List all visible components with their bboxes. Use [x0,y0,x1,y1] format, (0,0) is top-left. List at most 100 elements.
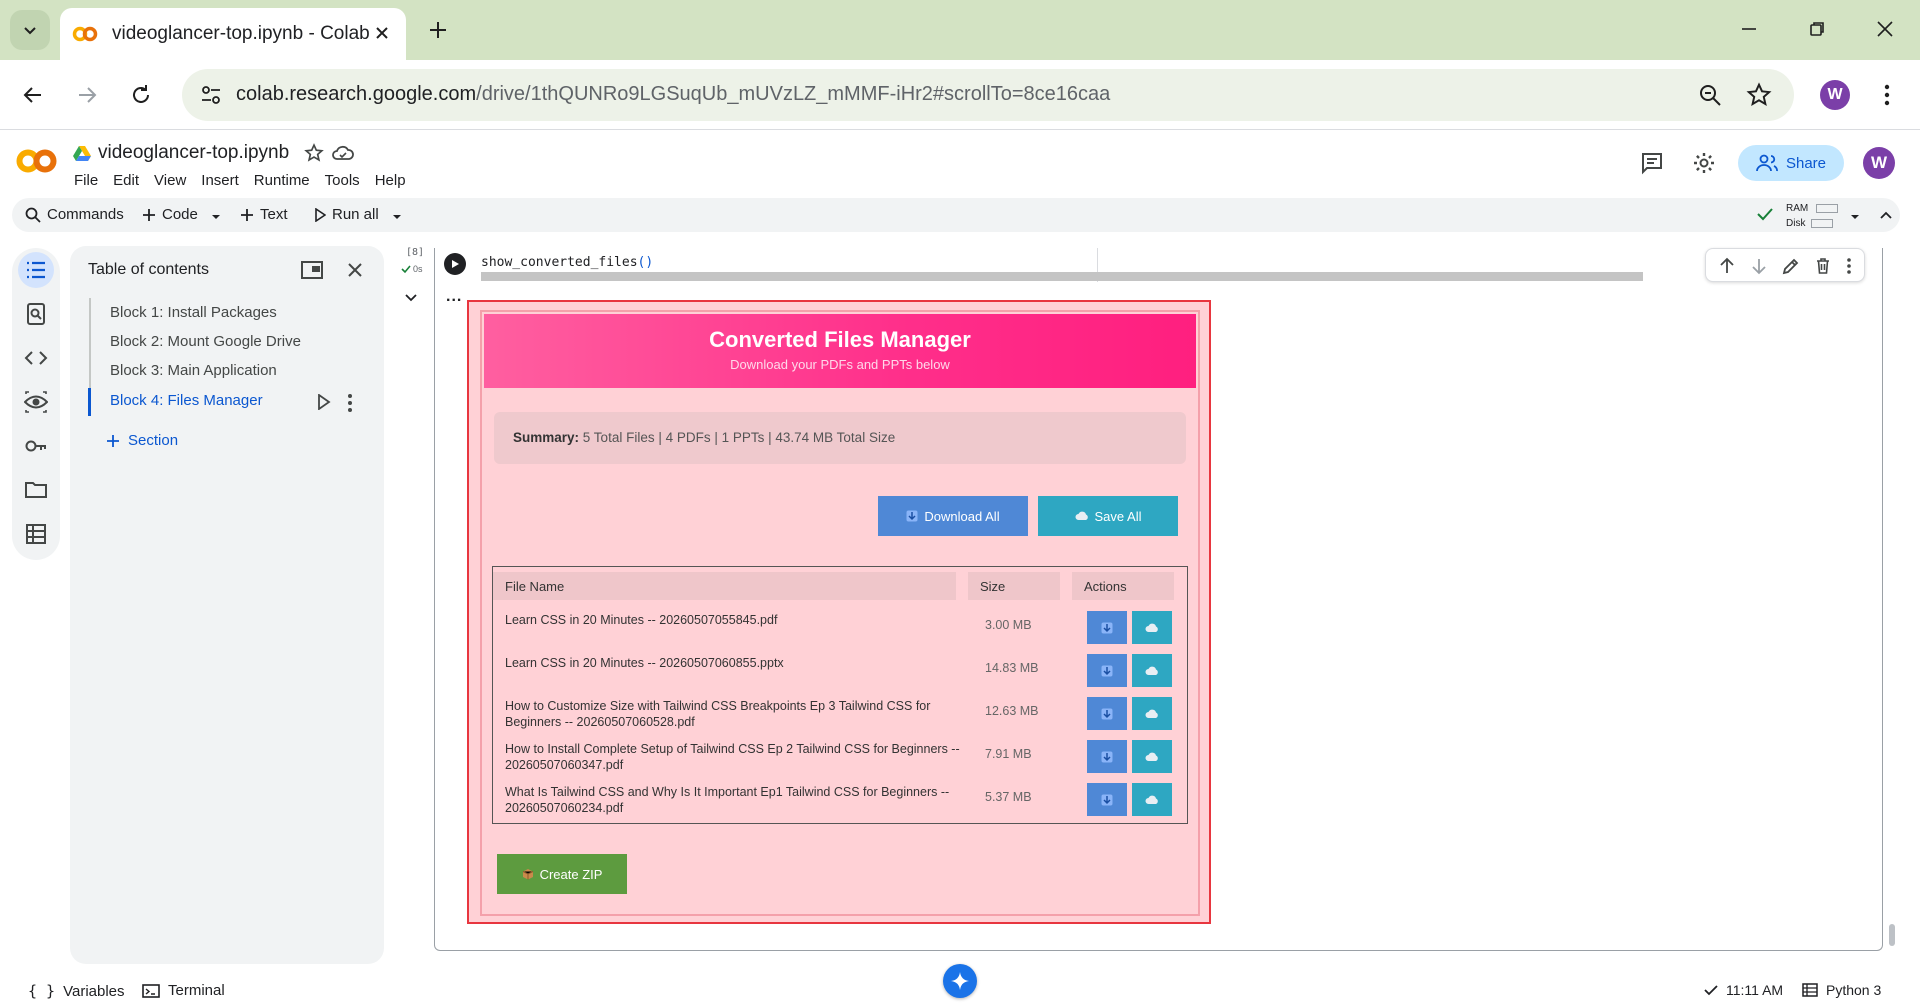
run-section-play-icon[interactable] [317,394,331,410]
notebook-title[interactable]: videoglancer-top.ipynb [98,142,289,164]
cell-toolbar [1705,248,1865,282]
menu-view[interactable]: View [154,172,186,189]
cloud-saved-icon[interactable] [332,145,354,161]
forward-button[interactable] [70,78,104,112]
toc-item-block-3[interactable]: Block 3: Main Application [110,362,277,379]
address-bar[interactable]: colab.research.google.com/drive/1thQUNRo… [182,69,1794,121]
add-code-button[interactable]: Code [142,206,198,223]
menu-runtime[interactable]: Runtime [254,172,310,189]
data-table-icon[interactable] [24,522,48,546]
variables-eye-icon[interactable] [24,390,48,414]
cloud-icon [1145,623,1158,632]
open-in-tab-icon[interactable] [301,261,323,279]
menu-file[interactable]: File [74,172,98,189]
comment-icon[interactable] [1640,151,1664,175]
run-all-button[interactable]: Run all [314,206,379,223]
code-editor[interactable]: show_converted_files() [481,255,653,270]
share-button[interactable]: Share [1738,145,1844,181]
row-save-button[interactable] [1132,654,1172,687]
execution-time-status[interactable]: 11:11 AM [1704,982,1783,998]
more-vert-icon[interactable] [1846,257,1852,275]
minimize-icon [1742,28,1756,30]
variables-button[interactable]: { } Variables [28,982,125,1000]
file-size-cell: 12.63 MB [985,704,1039,718]
collapse-output-chevron-icon[interactable] [404,290,418,304]
close-icon[interactable] [345,260,365,280]
row-download-button[interactable] [1087,783,1127,816]
caret-down-icon[interactable] [1850,212,1860,222]
new-tab-button[interactable] [424,16,452,44]
row-save-button[interactable] [1132,740,1172,773]
download-arrow-icon [1101,622,1113,633]
tab-close-icon[interactable] [372,23,392,43]
row-download-button[interactable] [1087,740,1127,773]
secrets-key-icon[interactable] [24,434,48,458]
plus-icon [107,434,119,447]
gemini-button[interactable] [943,964,977,998]
chrome-profile-avatar[interactable]: W [1820,80,1850,110]
kernel-status[interactable]: Python 3 [1802,982,1881,998]
toc-item-block-2[interactable]: Block 2: Mount Google Drive [110,333,301,350]
minimize-button[interactable] [1734,14,1764,44]
site-settings-icon[interactable] [200,84,222,106]
terminal-button[interactable]: Terminal [142,982,225,999]
code-snippets-icon[interactable] [24,346,48,370]
folder-icon[interactable] [24,478,48,502]
edit-pencil-icon[interactable] [1782,257,1800,275]
close-window-button[interactable] [1870,14,1900,44]
gear-icon[interactable] [1692,151,1716,175]
delete-trash-icon[interactable] [1814,257,1832,275]
add-text-button[interactable]: Text [240,206,288,223]
row-save-button[interactable] [1132,783,1172,816]
row-download-button[interactable] [1087,611,1127,644]
resource-meter[interactable]: RAM Disk [1786,201,1839,231]
download-all-button[interactable]: Download All [878,496,1028,536]
add-section-button[interactable]: Section [106,432,178,449]
notebook-scrollbar[interactable] [1888,248,1896,948]
search-icon [25,207,41,223]
output-actions-dots[interactable]: ... [446,288,462,306]
download-arrow-icon [1101,708,1113,719]
move-cell-up-icon[interactable] [1718,257,1736,275]
menu-tools[interactable]: Tools [325,172,360,189]
table-of-contents-icon[interactable] [24,258,48,282]
move-cell-down-icon[interactable] [1750,257,1768,275]
reload-button[interactable] [124,78,158,112]
row-download-button[interactable] [1087,697,1127,730]
caret-down-icon[interactable] [211,212,221,222]
commands-button[interactable]: Commands [25,206,124,223]
row-download-button[interactable] [1087,654,1127,687]
menu-insert[interactable]: Insert [201,172,239,189]
cloud-icon [1145,752,1158,761]
scrollbar-thumb[interactable] [1889,924,1895,946]
colab-logo-icon[interactable] [16,148,58,174]
colab-profile-avatar[interactable]: W [1863,147,1895,179]
back-button[interactable] [16,78,50,112]
create-zip-button[interactable]: Create ZIP [497,854,627,894]
toc-item-block-4[interactable]: Block 4: Files Manager [110,392,263,409]
find-icon[interactable] [24,302,48,326]
row-save-button[interactable] [1132,697,1172,730]
browser-tab-active[interactable]: videoglancer-top.ipynb - Colab [60,8,406,60]
chevron-up-icon[interactable] [1879,208,1893,222]
bookmark-star-icon[interactable] [1746,82,1772,108]
restore-button[interactable] [1802,14,1832,44]
colab-menubar: File Edit View Insert Runtime Tools Help [74,172,421,189]
caret-down-icon[interactable] [392,212,402,222]
menu-edit[interactable]: Edit [113,172,139,189]
row-save-button[interactable] [1132,611,1172,644]
code-horizontal-scrollbar[interactable] [481,272,1643,281]
tab-search-button[interactable] [10,10,50,50]
chrome-menu-icon[interactable] [1872,80,1902,110]
arrow-left-icon [23,87,41,103]
check-icon [1704,985,1718,996]
more-vert-icon[interactable] [346,393,354,413]
toc-item-block-1[interactable]: Block 1: Install Packages [110,304,277,321]
check-icon [401,265,411,274]
run-cell-button[interactable] [444,253,466,275]
save-all-button[interactable]: Save All [1038,496,1178,536]
star-notebook-icon[interactable] [304,143,324,163]
menu-help[interactable]: Help [375,172,406,189]
zoom-icon[interactable] [1698,83,1722,107]
summary-text: Summary: 5 Total Files | 4 PDFs | 1 PPTs… [513,430,896,445]
